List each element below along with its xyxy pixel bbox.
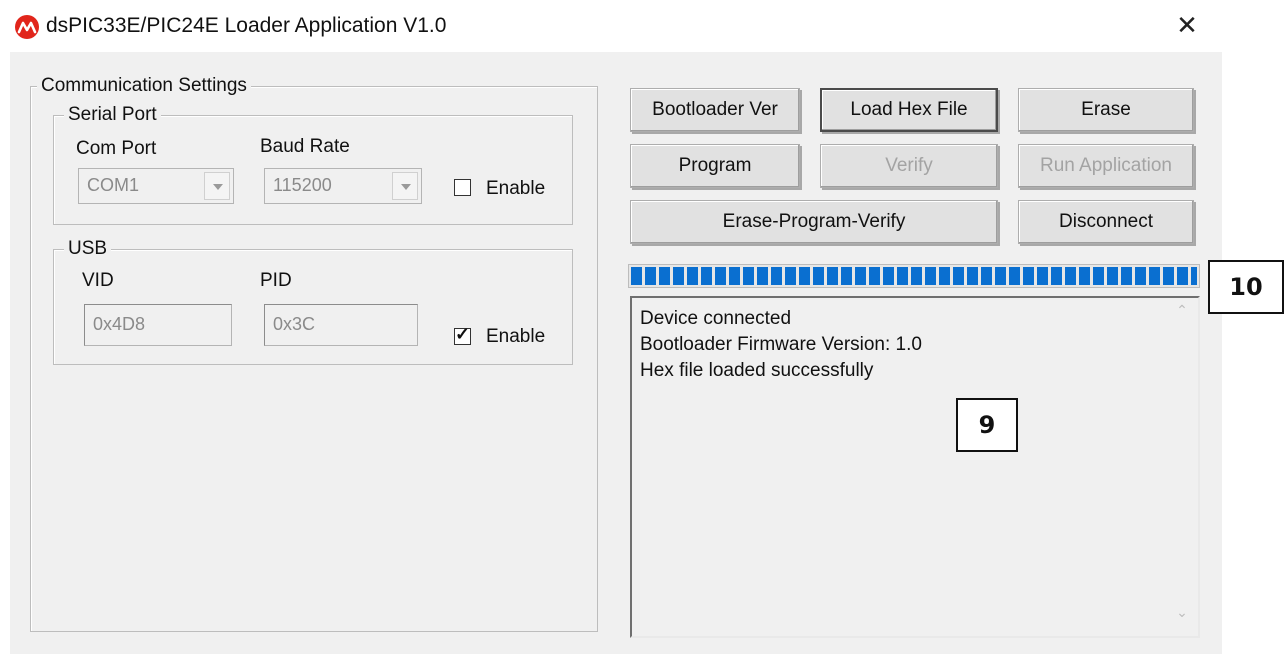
chevron-down-icon[interactable] xyxy=(204,172,230,200)
window-client-area: Communication Settings Serial Port Com P… xyxy=(10,52,1222,654)
load-hex-file-button[interactable]: Load Hex File xyxy=(820,88,998,132)
log-line: Bootloader Firmware Version: 1.0 xyxy=(640,334,922,355)
pid-label: PID xyxy=(260,270,292,291)
checkmark-icon: ✓ xyxy=(455,324,471,344)
window-title: dsPIC33E/PIC24E Loader Application V1.0 xyxy=(46,14,447,37)
pid-field[interactable]: 0x3C xyxy=(264,304,418,346)
com-port-value: COM1 xyxy=(87,175,140,195)
microchip-logo-icon xyxy=(15,15,39,39)
usb-enable-checkbox[interactable]: ✓ xyxy=(454,324,471,345)
chevron-down-icon[interactable] xyxy=(392,172,418,200)
serial-enable-label: Enable xyxy=(486,178,546,199)
close-icon[interactable]: ✕ xyxy=(1174,10,1200,40)
bootloader-ver-button[interactable]: Bootloader Ver xyxy=(630,88,800,132)
vid-label: VID xyxy=(82,270,114,291)
scroll-down-icon[interactable]: ⌄ xyxy=(1166,604,1198,634)
serial-enable-checkbox[interactable] xyxy=(454,179,471,196)
program-button[interactable]: Program xyxy=(630,144,800,188)
baud-rate-select[interactable]: 115200 xyxy=(264,168,422,204)
usb-group: USB VID PID 0x4D8 0x3C ✓ Enable xyxy=(53,238,573,365)
com-port-label: Com Port xyxy=(76,138,157,159)
scroll-up-icon[interactable]: ⌃ xyxy=(1166,302,1198,332)
log-scrollbar[interactable]: ⌃ ⌄ xyxy=(1166,298,1198,636)
status-log[interactable]: Device connected Bootloader Firmware Vers… xyxy=(630,296,1200,638)
communication-settings-group: Communication Settings Serial Port Com P… xyxy=(30,75,598,632)
verify-button[interactable]: Verify xyxy=(820,144,998,188)
callout-10: 10 xyxy=(1208,260,1284,314)
title-bar: dsPIC33E/PIC24E Loader Application V1.0 … xyxy=(0,0,1284,52)
usb-label: USB xyxy=(64,238,112,260)
com-port-select[interactable]: COM1 xyxy=(78,168,234,204)
log-line: Device connected xyxy=(640,308,792,329)
disconnect-button[interactable]: Disconnect xyxy=(1018,200,1194,244)
erase-button[interactable]: Erase xyxy=(1018,88,1194,132)
baud-rate-value: 115200 xyxy=(273,175,332,195)
communication-settings-label: Communication Settings xyxy=(37,75,251,97)
log-line: Hex file loaded successfully xyxy=(640,360,874,381)
status-log-lines: Device connected Bootloader Firmware Vers… xyxy=(640,306,922,384)
progress-bar-fill xyxy=(631,267,1197,285)
serial-port-label: Serial Port xyxy=(64,104,161,126)
pid-value: 0x3C xyxy=(273,314,316,334)
vid-field[interactable]: 0x4D8 xyxy=(84,304,232,346)
callout-9: 9 xyxy=(956,398,1018,452)
baud-rate-label: Baud Rate xyxy=(260,136,350,157)
usb-enable-label: Enable xyxy=(486,326,546,347)
vid-value: 0x4D8 xyxy=(93,314,146,334)
serial-port-group: Serial Port Com Port Baud Rate COM1 1152… xyxy=(53,104,573,225)
run-application-button[interactable]: Run Application xyxy=(1018,144,1194,188)
erase-program-verify-button[interactable]: Erase-Program-Verify xyxy=(630,200,998,244)
progress-bar xyxy=(628,264,1200,288)
